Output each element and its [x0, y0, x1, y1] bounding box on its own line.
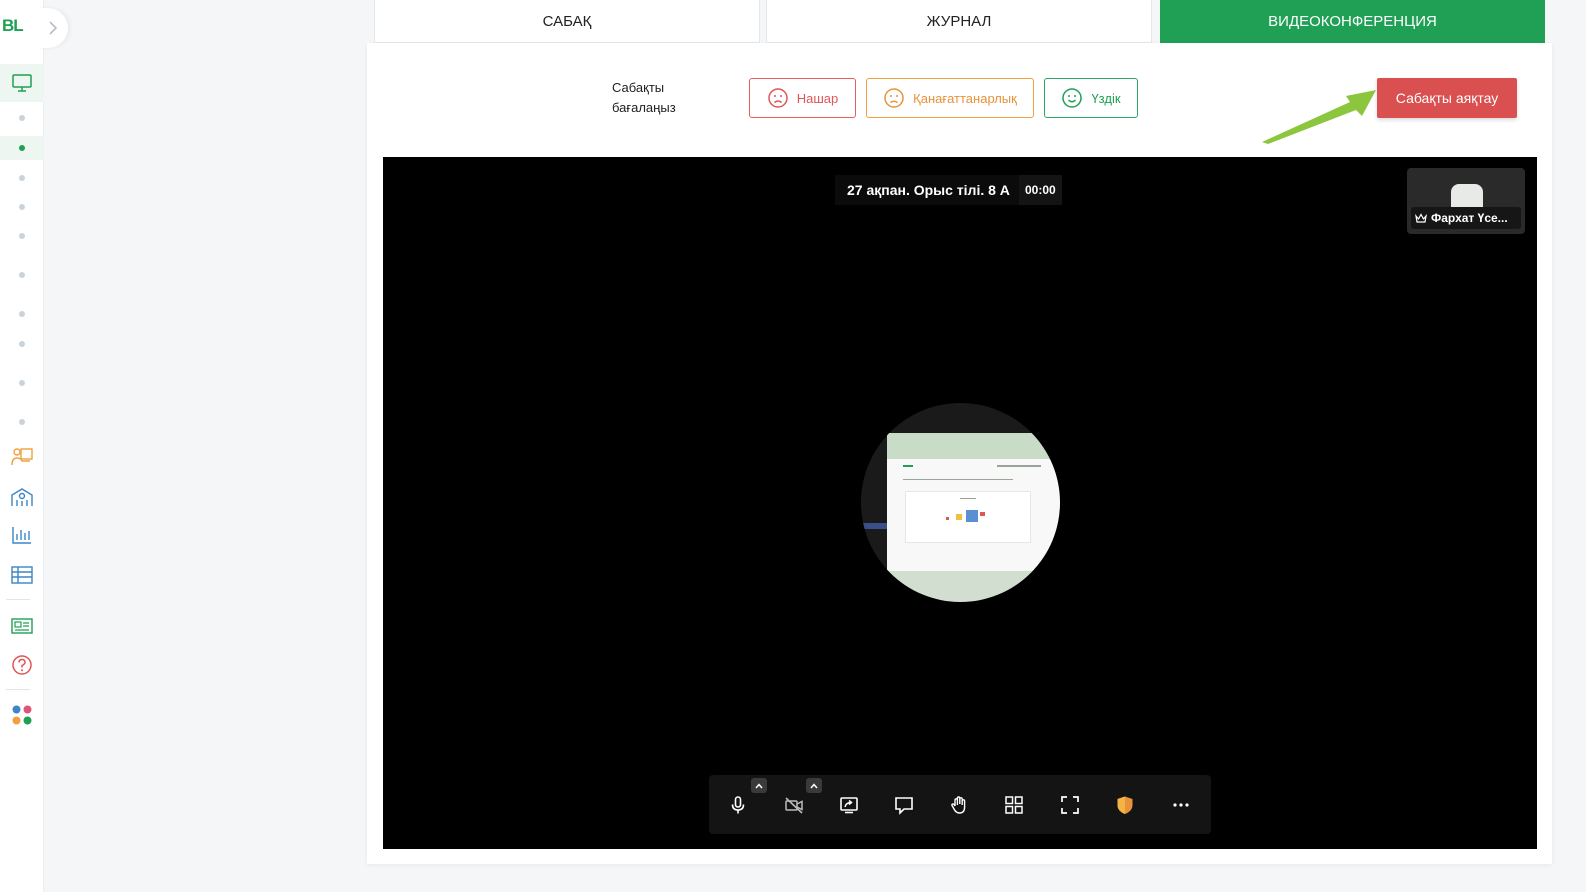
tile-view-button[interactable]	[997, 788, 1031, 822]
sidebar-subitem[interactable]	[0, 334, 44, 354]
grid-icon	[1005, 796, 1023, 814]
microphone-icon	[731, 796, 745, 814]
sidebar-subitem[interactable]	[0, 168, 44, 188]
camera-button[interactable]	[777, 788, 811, 822]
sidebar-subitem[interactable]	[0, 197, 44, 217]
end-lesson-button[interactable]: Сабақты аяқтау	[1377, 78, 1517, 118]
rate-bad-label: Нашар	[796, 90, 839, 106]
sad-face-icon	[767, 88, 788, 108]
fullscreen-icon	[1061, 796, 1079, 814]
tab-videoconference[interactable]: ВИДЕОКОНФЕРЕНЦИЯ	[1160, 0, 1545, 43]
rating-label: Сабақты бағалаңыз	[612, 80, 676, 115]
sidebar-item-teacher[interactable]	[0, 444, 44, 470]
microphone-button[interactable]	[721, 788, 755, 822]
sidebar-subitem[interactable]	[0, 226, 44, 246]
crown-icon	[1415, 212, 1427, 223]
smile-face-icon	[1062, 88, 1083, 108]
screen-share-button[interactable]	[832, 788, 866, 822]
sidebar-item-school[interactable]	[0, 484, 44, 510]
sidebar-subitem-active[interactable]	[0, 136, 44, 160]
video-conference-area[interactable]: 27 ақпан. Орыс тілі. 8 А 00:00 Фархат Үс…	[383, 157, 1537, 849]
sidebar-subitem[interactable]	[0, 412, 44, 432]
chart-icon	[12, 527, 31, 544]
more-horizontal-icon	[1173, 803, 1189, 807]
conference-toolbar	[709, 775, 1211, 834]
newspaper-icon	[11, 618, 33, 634]
teacher-icon	[11, 448, 33, 466]
logo: BL	[2, 16, 24, 35]
sidebar-item-reports[interactable]	[0, 522, 44, 548]
sidebar-expand-button[interactable]	[38, 8, 68, 48]
screen-share-preview	[861, 403, 1060, 602]
screen-share-icon	[840, 797, 858, 814]
table-icon	[11, 566, 33, 584]
participant-thumbnail[interactable]: Фархат Үсе...	[1407, 168, 1525, 234]
sidebar-subitem[interactable]	[0, 304, 44, 324]
participant-name-badge: Фархат Үсе...	[1411, 207, 1521, 229]
tab-journal[interactable]: ЖУРНАЛ	[766, 0, 1152, 43]
sidebar-subitem[interactable]	[0, 108, 44, 128]
sidebar-item-apps[interactable]	[0, 702, 44, 728]
monitor-icon	[12, 74, 32, 92]
security-button[interactable]	[1108, 788, 1142, 822]
rate-good-button[interactable]: Үздік	[1044, 78, 1138, 118]
chat-icon	[895, 797, 913, 815]
fullscreen-button[interactable]	[1053, 788, 1087, 822]
rate-bad-button[interactable]: Нашар	[749, 78, 856, 118]
school-icon	[11, 488, 33, 506]
sidebar-item-schedule[interactable]	[0, 562, 44, 588]
rate-good-label: Үздік	[1091, 90, 1121, 106]
sidebar-item-lessons[interactable]	[0, 64, 44, 102]
sidebar-item-news[interactable]	[0, 614, 44, 638]
sidebar-item-help[interactable]	[0, 652, 44, 678]
chevron-right-icon	[49, 21, 58, 35]
participant-avatar	[1451, 184, 1483, 208]
conference-title: 27 ақпан. Орыс тілі. 8 А	[835, 175, 1022, 205]
chevron-up-icon	[755, 782, 763, 788]
rate-ok-button[interactable]: Қанағаттанарлық	[866, 78, 1034, 118]
conference-timer: 00:00	[1019, 175, 1062, 205]
chat-button[interactable]	[887, 788, 921, 822]
sidebar-subitem[interactable]	[0, 265, 44, 285]
help-icon	[12, 655, 32, 675]
participant-name: Фархат Үсе...	[1431, 211, 1508, 225]
rate-ok-label: Қанағаттанарлық	[913, 90, 1017, 106]
arrow-pointer-icon	[1262, 90, 1376, 144]
tab-lesson[interactable]: САБАҚ	[374, 0, 760, 43]
camera-off-icon	[785, 797, 803, 814]
shield-icon	[1117, 796, 1133, 814]
neutral-face-icon	[884, 88, 904, 108]
sidebar: BL	[0, 0, 68, 892]
sidebar-subitem[interactable]	[0, 373, 44, 393]
raise-hand-button[interactable]	[942, 788, 976, 822]
more-options-button[interactable]	[1164, 788, 1198, 822]
hand-icon	[951, 796, 966, 814]
apps-icon	[12, 705, 32, 725]
